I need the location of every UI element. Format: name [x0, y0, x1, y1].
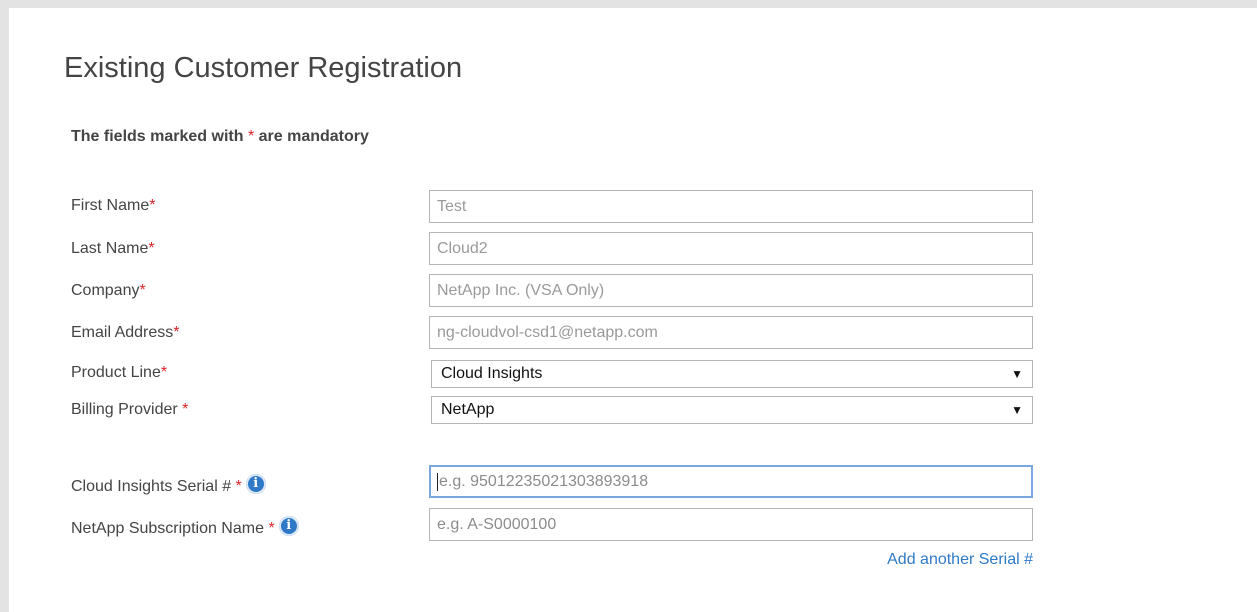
top-border: [0, 0, 1257, 8]
first-name-label-text: First Name: [71, 197, 150, 214]
company-field[interactable]: NetApp Inc. (VSA Only): [429, 274, 1033, 307]
serial-input[interactable]: e.g. 95012235021303893918: [429, 465, 1033, 498]
dropdown-arrow-icon: ▼: [1011, 367, 1023, 381]
serial-label: Cloud Insights Serial # * i: [71, 474, 266, 497]
billing-provider-label-text: Billing Provider: [71, 401, 183, 418]
required-star: *: [173, 324, 180, 341]
subscription-input[interactable]: e.g. A-S0000100: [429, 508, 1033, 541]
email-label-text: Email Address: [71, 324, 174, 341]
product-line-label-text: Product Line: [71, 364, 161, 381]
email-label: Email Address*: [71, 324, 180, 342]
last-name-field[interactable]: Cloud2: [429, 232, 1033, 265]
email-field[interactable]: ng-cloudvol-csd1@netapp.com: [429, 316, 1033, 349]
last-name-label-text: Last Name: [71, 240, 149, 257]
left-border: [0, 0, 9, 612]
first-name-label: First Name*: [71, 197, 155, 215]
serial-placeholder: e.g. 95012235021303893918: [439, 473, 649, 490]
required-star: *: [160, 364, 168, 381]
subscription-label: NetApp Subscription Name * i: [71, 516, 299, 539]
info-icon[interactable]: i: [245, 474, 266, 494]
first-name-field[interactable]: Test: [429, 190, 1033, 223]
mandatory-note-text: The fields marked with: [71, 128, 248, 145]
last-name-label: Last Name*: [71, 240, 155, 258]
text-caret: [437, 472, 438, 491]
product-line-select[interactable]: Cloud Insights ▼: [431, 360, 1033, 388]
required-star: *: [235, 478, 242, 496]
page-title: Existing Customer Registration: [64, 52, 463, 84]
dropdown-arrow-icon: ▼: [1011, 403, 1023, 417]
required-star: *: [149, 197, 156, 214]
mandatory-note: The fields marked with * are mandatory: [71, 128, 369, 146]
required-star: *: [268, 520, 275, 538]
product-line-selected: Cloud Insights: [441, 365, 543, 382]
required-star: *: [182, 401, 189, 418]
company-label: Company*: [71, 282, 146, 300]
required-star: *: [148, 240, 155, 257]
info-icon[interactable]: i: [278, 516, 299, 536]
company-label-text: Company: [71, 282, 140, 299]
billing-provider-select[interactable]: NetApp ▼: [431, 396, 1033, 424]
required-star: *: [139, 282, 146, 299]
mandatory-note-tail: are mandatory: [254, 128, 369, 145]
billing-provider-label: Billing Provider *: [71, 401, 188, 419]
subscription-label-text: NetApp Subscription Name: [71, 520, 269, 538]
serial-label-text: Cloud Insights Serial #: [71, 478, 236, 496]
add-serial-link[interactable]: Add another Serial #: [887, 551, 1033, 569]
billing-provider-selected: NetApp: [441, 401, 495, 418]
product-line-label: Product Line*: [71, 364, 167, 382]
